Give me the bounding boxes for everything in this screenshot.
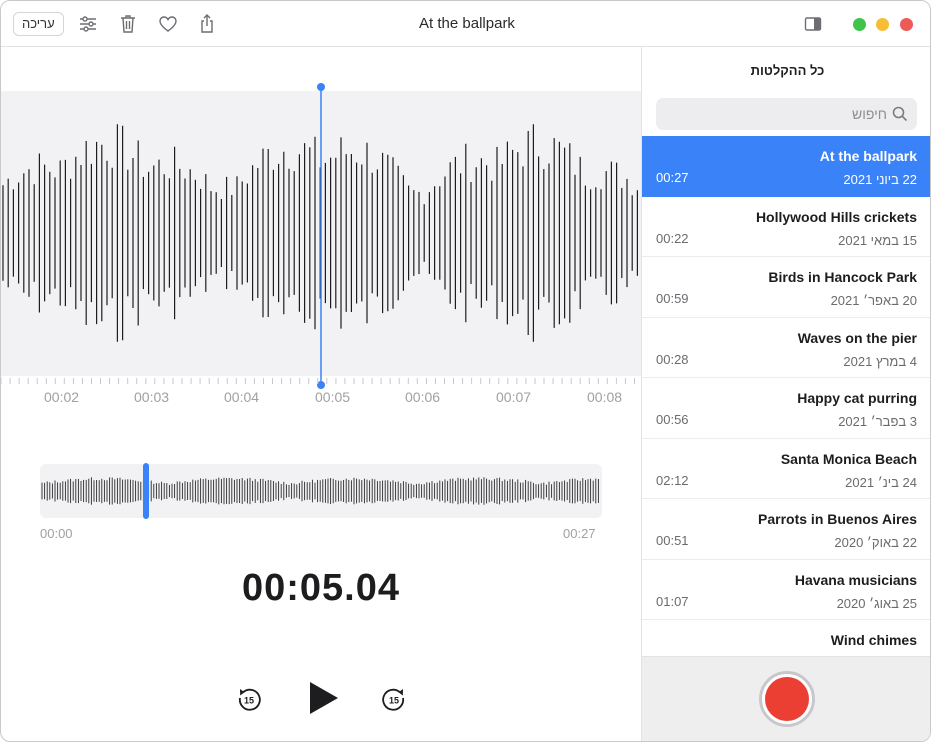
zoom-window-button[interactable]	[853, 18, 866, 31]
recording-title: Hollywood Hills crickets	[755, 208, 917, 225]
skip-back-icon: 15	[238, 688, 261, 711]
recording-date: 20 באפר׳ 2021	[830, 293, 917, 308]
list-item[interactable]: Wind chimes	[642, 620, 930, 656]
window-title: At the ballpark	[419, 15, 515, 32]
recording-title: Santa Monica Beach	[780, 450, 917, 467]
recording-date: 4 במרץ 2021	[843, 353, 917, 369]
search-field[interactable]	[656, 98, 917, 130]
recording-date: 25 באוג׳ 2020	[836, 595, 917, 611]
recording-title: Wind chimes	[830, 632, 917, 648]
skip-forward-15-button[interactable]: 15	[380, 685, 408, 713]
sidebar-toggle-icon[interactable]	[801, 12, 825, 36]
sliders-icon[interactable]	[76, 12, 100, 36]
ruler-label: 00:02	[44, 389, 80, 405]
list-item[interactable]: Parrots in Buenos Aires 22 באוק׳ 2020 00…	[642, 499, 930, 560]
player-panel: 00:02 00:03 00:04 00:05 00:06 00:07 00:0…	[1, 47, 641, 741]
recording-duration: 01:07	[656, 593, 689, 609]
skip-forward-label: 15	[389, 696, 399, 706]
recording-title: Havana musicians	[794, 571, 917, 588]
ruler-label: 00:04	[224, 389, 260, 405]
ruler-label: 00:07	[496, 389, 532, 405]
list-item[interactable]: At the ballpark 22 ביוני 2021 00:27	[642, 136, 930, 197]
search-input[interactable]	[677, 98, 887, 130]
recording-duration: 00:22	[656, 230, 689, 246]
list-item[interactable]: Havana musicians 25 באוג׳ 2020 01:07	[642, 560, 930, 620]
recordings-sidebar: כל ההקלטות At the ballpark 22 ביוני 2021…	[641, 47, 930, 741]
current-time-display: 00:05.04	[241, 567, 400, 609]
recording-date: 22 ביוני 2021	[843, 172, 917, 187]
close-window-button[interactable]	[900, 18, 913, 31]
playhead[interactable]	[315, 81, 327, 391]
ruler-label: 00:05	[315, 389, 351, 405]
overview-end-time: 00:27	[563, 526, 596, 541]
edit-button[interactable]: עריכה	[13, 12, 64, 36]
play-button[interactable]	[305, 680, 341, 716]
search-icon	[891, 105, 909, 123]
overview-start-time: 00:00	[40, 526, 73, 541]
recording-title: Birds in Hancock Park	[768, 269, 917, 285]
ruler-label: 00:06	[405, 389, 441, 405]
play-icon	[310, 682, 338, 714]
timeline-ticks	[1, 378, 635, 384]
recording-date: 3 בפבר׳ 2021	[838, 414, 917, 429]
recording-duration: 00:51	[656, 533, 689, 548]
list-item[interactable]: Santa Monica Beach 24 בינ׳ 2021 02:12	[642, 439, 930, 499]
recording-duration: 00:27	[656, 170, 689, 185]
overview-scrubber[interactable]	[40, 463, 602, 519]
sidebar-title: כל ההקלטות	[750, 63, 825, 78]
list-item[interactable]: Birds in Hancock Park 20 באפר׳ 2021 00:5…	[642, 257, 930, 318]
list-item[interactable]: Waves on the pier 4 במרץ 2021 00:28	[642, 318, 930, 378]
skip-back-label: 15	[244, 696, 254, 706]
record-bar	[642, 656, 930, 741]
record-icon	[765, 677, 809, 721]
toolbar: עריכה At the ballpark	[1, 1, 930, 47]
list-item[interactable]: Happy cat purring 3 בפבר׳ 2021 00:56	[642, 378, 930, 439]
recording-title: Parrots in Buenos Aires	[758, 511, 917, 527]
heart-icon[interactable]	[156, 12, 180, 36]
record-button[interactable]	[759, 671, 815, 727]
recording-duration: 00:28	[656, 351, 689, 367]
voice-memos-window: עריכה At the ballpark 00:02 00:03 00:04 …	[0, 0, 931, 742]
recording-title: Waves on the pier	[797, 329, 917, 346]
minimize-window-button[interactable]	[876, 18, 889, 31]
trash-icon[interactable]	[116, 12, 140, 36]
recording-duration: 00:56	[656, 412, 689, 427]
recording-date: 15 במאי 2021	[838, 232, 917, 248]
recordings-list: At the ballpark 22 ביוני 2021 00:27 Holl…	[642, 136, 930, 656]
skip-forward-icon: 15	[382, 688, 405, 711]
skip-back-15-button[interactable]: 15	[235, 685, 263, 713]
share-icon[interactable]	[195, 12, 219, 36]
ruler-label: 00:08	[587, 389, 623, 405]
recording-title: At the ballpark	[819, 148, 917, 164]
recording-title: Happy cat purring	[797, 390, 917, 406]
recording-duration: 00:59	[656, 291, 689, 306]
list-item[interactable]: Hollywood Hills crickets 15 במאי 2021 00…	[642, 197, 930, 257]
overview-waveform	[41, 477, 599, 505]
recording-date: 22 באוק׳ 2020	[834, 535, 917, 550]
overview-playhead-handle[interactable]	[143, 463, 149, 519]
recording-date: 24 בינ׳ 2021	[845, 474, 917, 490]
ruler-label: 00:03	[134, 389, 170, 405]
recording-duration: 02:12	[656, 472, 689, 488]
